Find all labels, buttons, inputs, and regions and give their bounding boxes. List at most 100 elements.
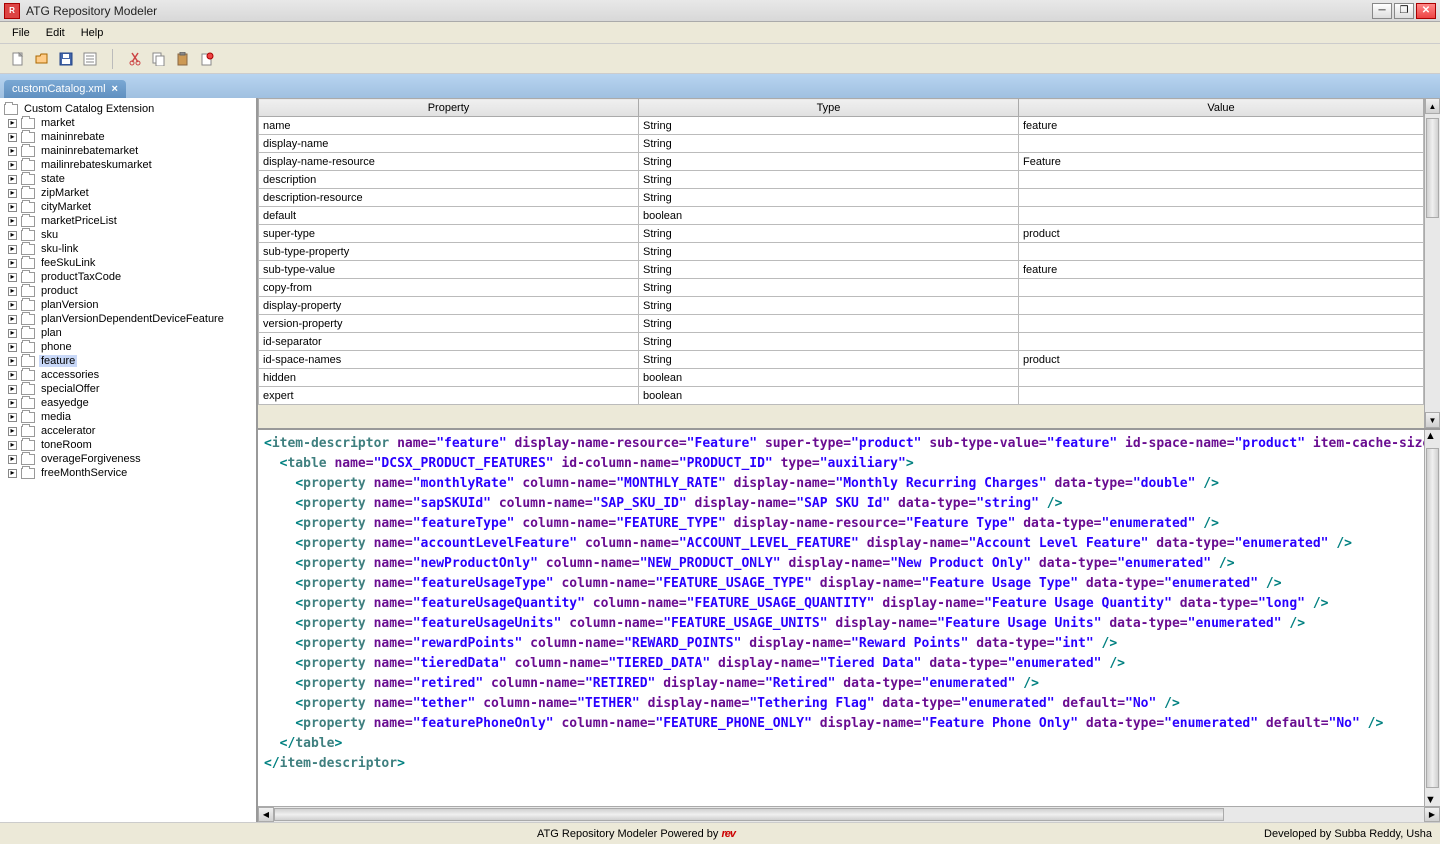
cell-value[interactable] bbox=[1019, 315, 1424, 333]
tree-toggle-icon[interactable]: ▸ bbox=[8, 413, 17, 422]
scroll-up-icon[interactable]: ▲ bbox=[1425, 98, 1440, 114]
tree-item-overageForgiveness[interactable]: ▸overageForgiveness bbox=[2, 452, 254, 466]
tree-toggle-icon[interactable]: ▸ bbox=[8, 329, 17, 338]
tree-toggle-icon[interactable]: ▸ bbox=[8, 469, 17, 478]
cell-type[interactable]: String bbox=[639, 333, 1019, 351]
table-row[interactable]: descriptionString bbox=[259, 171, 1424, 189]
table-row[interactable]: nameStringfeature bbox=[259, 117, 1424, 135]
cell-property[interactable]: display-property bbox=[259, 297, 639, 315]
tree-item-planVersion[interactable]: ▸planVersion bbox=[2, 298, 254, 312]
tree-toggle-icon[interactable]: ▸ bbox=[8, 203, 17, 212]
scroll-left-icon[interactable]: ◀ bbox=[258, 807, 274, 822]
cell-property[interactable]: super-type bbox=[259, 225, 639, 243]
tree-toggle-icon[interactable]: ▸ bbox=[8, 189, 17, 198]
cell-property[interactable]: id-space-names bbox=[259, 351, 639, 369]
cut-icon[interactable] bbox=[125, 49, 145, 69]
cell-value[interactable]: feature bbox=[1019, 261, 1424, 279]
tree-toggle-icon[interactable]: ▸ bbox=[8, 245, 17, 254]
tree-item-productTaxCode[interactable]: ▸productTaxCode bbox=[2, 270, 254, 284]
table-row[interactable]: expertboolean bbox=[259, 387, 1424, 405]
table-row[interactable]: id-separatorString bbox=[259, 333, 1424, 351]
scrollbar-thumb[interactable] bbox=[1426, 118, 1439, 218]
tree-toggle-icon[interactable]: ▸ bbox=[8, 161, 17, 170]
scrollbar-thumb[interactable] bbox=[274, 808, 1224, 821]
tree-toggle-icon[interactable]: ▸ bbox=[8, 441, 17, 450]
tree-sidebar[interactable]: Custom Catalog Extension ▸market▸maininr… bbox=[0, 98, 258, 822]
menu-file[interactable]: File bbox=[4, 25, 38, 41]
minimize-button[interactable]: ─ bbox=[1372, 3, 1392, 19]
tree-root[interactable]: Custom Catalog Extension bbox=[2, 102, 254, 116]
cell-type[interactable]: String bbox=[639, 135, 1019, 153]
tree-toggle-icon[interactable]: ▸ bbox=[8, 287, 17, 296]
cell-property[interactable]: display-name-resource bbox=[259, 153, 639, 171]
delete-icon[interactable] bbox=[197, 49, 217, 69]
tree-toggle-icon[interactable]: ▸ bbox=[8, 371, 17, 380]
table-row[interactable]: super-typeStringproduct bbox=[259, 225, 1424, 243]
scroll-down-icon[interactable]: ▼ bbox=[1425, 794, 1440, 806]
tree-item-cityMarket[interactable]: ▸cityMarket bbox=[2, 200, 254, 214]
new-file-icon[interactable] bbox=[8, 49, 28, 69]
tree-toggle-icon[interactable]: ▸ bbox=[8, 231, 17, 240]
cell-value[interactable] bbox=[1019, 189, 1424, 207]
table-row[interactable]: description-resourceString bbox=[259, 189, 1424, 207]
cell-value[interactable] bbox=[1019, 135, 1424, 153]
table-row[interactable]: display-name-resourceStringFeature bbox=[259, 153, 1424, 171]
xml-scrollbar-h[interactable]: ◀ ▶ bbox=[258, 806, 1440, 822]
maximize-button[interactable]: ❐ bbox=[1394, 3, 1414, 19]
tree-toggle-icon[interactable]: ▸ bbox=[8, 455, 17, 464]
tree-toggle-icon[interactable]: ▸ bbox=[8, 175, 17, 184]
property-table[interactable]: Property Type Value nameStringfeaturedis… bbox=[258, 98, 1424, 405]
tree-item-maininrebate[interactable]: ▸maininrebate bbox=[2, 130, 254, 144]
cell-property[interactable]: description-resource bbox=[259, 189, 639, 207]
cell-type[interactable]: String bbox=[639, 171, 1019, 189]
col-property[interactable]: Property bbox=[259, 99, 639, 117]
xml-scrollbar-v[interactable]: ▲ ▼ bbox=[1424, 430, 1440, 806]
table-scrollbar-v[interactable]: ▲ ▼ bbox=[1424, 98, 1440, 428]
tree-item-sku[interactable]: ▸sku bbox=[2, 228, 254, 242]
cell-type[interactable]: String bbox=[639, 189, 1019, 207]
cell-type[interactable]: String bbox=[639, 153, 1019, 171]
close-button[interactable]: ✕ bbox=[1416, 3, 1436, 19]
tree-item-sku-link[interactable]: ▸sku-link bbox=[2, 242, 254, 256]
tree-item-marketPriceList[interactable]: ▸marketPriceList bbox=[2, 214, 254, 228]
cell-type[interactable]: String bbox=[639, 243, 1019, 261]
cell-property[interactable]: sub-type-property bbox=[259, 243, 639, 261]
cell-value[interactable] bbox=[1019, 387, 1424, 405]
cell-value[interactable] bbox=[1019, 333, 1424, 351]
cell-type[interactable]: String bbox=[639, 297, 1019, 315]
tree-toggle-icon[interactable]: ▸ bbox=[8, 133, 17, 142]
tab-close-icon[interactable]: × bbox=[112, 83, 118, 95]
tree-item-accelerator[interactable]: ▸accelerator bbox=[2, 424, 254, 438]
cell-property[interactable]: hidden bbox=[259, 369, 639, 387]
cell-property[interactable]: sub-type-value bbox=[259, 261, 639, 279]
cell-property[interactable]: default bbox=[259, 207, 639, 225]
table-row[interactable]: display-nameString bbox=[259, 135, 1424, 153]
tree-item-mailinrebateskumarket[interactable]: ▸mailinrebateskumarket bbox=[2, 158, 254, 172]
table-row[interactable]: defaultboolean bbox=[259, 207, 1424, 225]
tree-item-product[interactable]: ▸product bbox=[2, 284, 254, 298]
cell-type[interactable]: boolean bbox=[639, 207, 1019, 225]
tree-toggle-icon[interactable]: ▸ bbox=[8, 147, 17, 156]
cell-type[interactable]: String bbox=[639, 351, 1019, 369]
tree-toggle-icon[interactable]: ▸ bbox=[8, 259, 17, 268]
tree-item-accessories[interactable]: ▸accessories bbox=[2, 368, 254, 382]
cell-type[interactable]: String bbox=[639, 279, 1019, 297]
cell-type[interactable]: String bbox=[639, 117, 1019, 135]
tree-toggle-icon[interactable]: ▸ bbox=[8, 301, 17, 310]
paste-icon[interactable] bbox=[173, 49, 193, 69]
cell-value[interactable] bbox=[1019, 369, 1424, 387]
tree-item-maininrebatemarket[interactable]: ▸maininrebatemarket bbox=[2, 144, 254, 158]
tree-item-easyedge[interactable]: ▸easyedge bbox=[2, 396, 254, 410]
cell-property[interactable]: expert bbox=[259, 387, 639, 405]
save-all-icon[interactable] bbox=[80, 49, 100, 69]
cell-value[interactable]: product bbox=[1019, 351, 1424, 369]
cell-property[interactable]: display-name bbox=[259, 135, 639, 153]
col-type[interactable]: Type bbox=[639, 99, 1019, 117]
tree-toggle-icon[interactable]: ▸ bbox=[8, 357, 17, 366]
scroll-up-icon[interactable]: ▲ bbox=[1425, 430, 1440, 442]
table-row[interactable]: sub-type-propertyString bbox=[259, 243, 1424, 261]
table-row[interactable]: display-propertyString bbox=[259, 297, 1424, 315]
copy-icon[interactable] bbox=[149, 49, 169, 69]
table-row[interactable]: sub-type-valueStringfeature bbox=[259, 261, 1424, 279]
table-row[interactable]: version-propertyString bbox=[259, 315, 1424, 333]
